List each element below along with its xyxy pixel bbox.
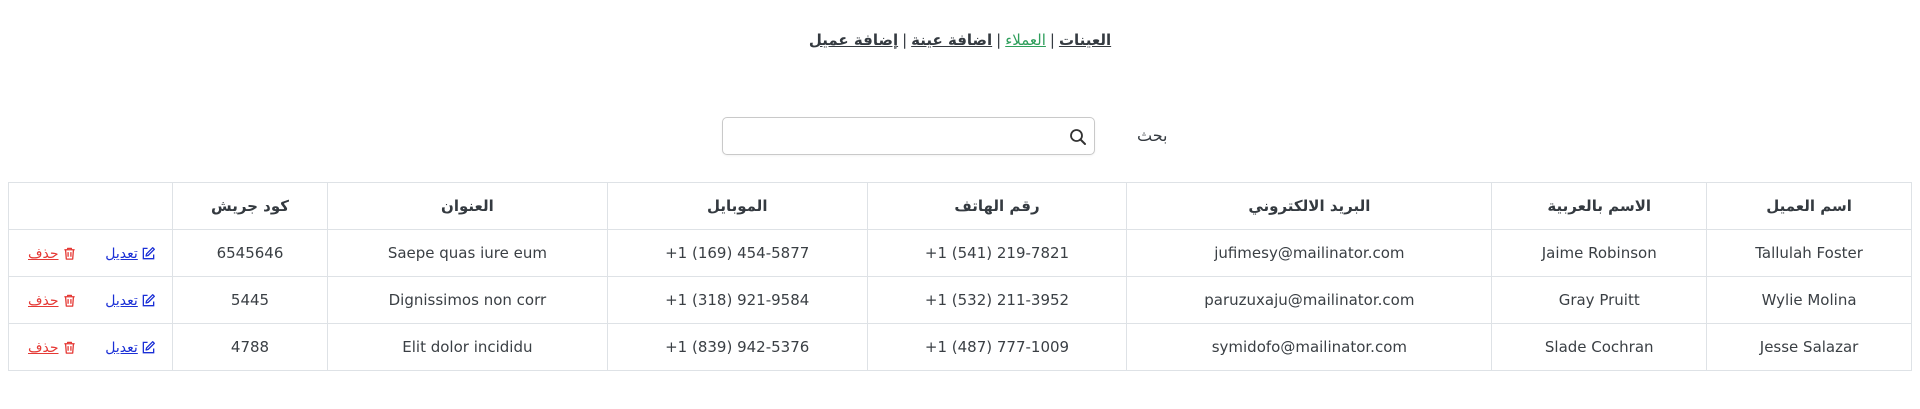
cell-client-name: Tallulah Foster — [1706, 229, 1912, 277]
header-phone: رقم الهاتف — [866, 182, 1128, 230]
nav-link-add-sample[interactable]: اضافة عينة — [911, 31, 992, 49]
edit-label: تعديل — [105, 339, 138, 356]
edit-link[interactable]: تعديل — [105, 340, 156, 356]
nav-separator: | — [902, 31, 908, 49]
search-input[interactable] — [731, 122, 1051, 150]
search-icon[interactable] — [1069, 128, 1087, 146]
table-header-row: اسم العميل الاسم بالعربية البريد الالكتر… — [7, 182, 1912, 230]
cell-mobile: +1 (169) 454-5877 — [606, 229, 868, 277]
cell-email: jufimesy@mailinator.com — [1126, 229, 1493, 277]
header-address: العنوان — [326, 182, 608, 230]
delete-link[interactable]: حذف — [28, 293, 77, 309]
cell-phone: +1 (532) 211-3952 — [866, 276, 1128, 324]
cell-client-name: Wylie Molina — [1706, 276, 1912, 324]
trash-icon — [63, 247, 75, 260]
edit-link[interactable]: تعديل — [105, 246, 156, 262]
delete-link[interactable]: حذف — [28, 340, 77, 356]
header-arabic-name: الاسم بالعربية — [1491, 182, 1708, 230]
edit-icon — [142, 294, 155, 307]
cell-arabic-name: Slade Cochran — [1491, 323, 1708, 371]
search-label: بحث — [1137, 126, 1168, 145]
cell-actions: حذف تعديل — [7, 229, 174, 277]
nav-link-clients[interactable]: العملاء — [1005, 31, 1046, 49]
edit-icon — [142, 247, 155, 260]
trash-icon — [63, 341, 75, 354]
table-row: Tallulah Foster Jaime Robinson jufimesy@… — [7, 229, 1912, 277]
cell-address: Saepe quas iure eum — [326, 229, 608, 277]
cell-address: Elit dolor incididu — [326, 323, 608, 371]
cell-code: 4788 — [172, 323, 328, 371]
delete-link[interactable]: حذف — [28, 246, 77, 262]
header-client-name: اسم العميل — [1706, 182, 1912, 230]
edit-link[interactable]: تعديل — [105, 293, 156, 309]
cell-phone: +1 (541) 219-7821 — [866, 229, 1128, 277]
cell-arabic-name: Jaime Robinson — [1491, 229, 1708, 277]
edit-icon — [142, 341, 155, 354]
cell-mobile: +1 (318) 921-9584 — [606, 276, 868, 324]
edit-label: تعديل — [105, 245, 138, 262]
edit-label: تعديل — [105, 292, 138, 309]
table-row: Wylie Molina Gray Pruitt paruzuxaju@mail… — [7, 276, 1912, 324]
cell-address: Dignissimos non corr — [326, 276, 608, 324]
header-mobile: الموبايل — [606, 182, 868, 230]
trash-icon — [63, 294, 75, 307]
cell-actions: حذف تعديل — [7, 323, 174, 371]
search-box[interactable] — [722, 117, 1095, 155]
table-row: Jesse Salazar Slade Cochran symidofo@mai… — [7, 323, 1912, 371]
nav-separator: | — [996, 31, 1002, 49]
header-code: كود جريش — [172, 182, 328, 230]
header-email: البريد الالكتروني — [1126, 182, 1493, 230]
delete-label: حذف — [28, 292, 59, 309]
clients-table: اسم العميل الاسم بالعربية البريد الالكتر… — [7, 182, 1912, 371]
top-navigation: العينات|العملاء|اضافة عينة|إضافة عميل — [0, 31, 1920, 49]
search-row: بحث — [722, 117, 1172, 155]
nav-link-samples[interactable]: العينات — [1059, 31, 1111, 49]
cell-email: paruzuxaju@mailinator.com — [1126, 276, 1493, 324]
cell-arabic-name: Gray Pruitt — [1491, 276, 1708, 324]
delete-label: حذف — [28, 245, 59, 262]
cell-phone: +1 (487) 777-1009 — [866, 323, 1128, 371]
cell-mobile: +1 (839) 942-5376 — [606, 323, 868, 371]
cell-email: symidofo@mailinator.com — [1126, 323, 1493, 371]
cell-actions: حذف تعديل — [7, 276, 174, 324]
cell-client-name: Jesse Salazar — [1706, 323, 1912, 371]
nav-separator: | — [1049, 31, 1055, 49]
nav-link-add-client[interactable]: إضافة عميل — [809, 31, 898, 49]
cell-code: 6545646 — [172, 229, 328, 277]
delete-label: حذف — [28, 339, 59, 356]
cell-code: 5445 — [172, 276, 328, 324]
header-actions — [7, 182, 174, 230]
